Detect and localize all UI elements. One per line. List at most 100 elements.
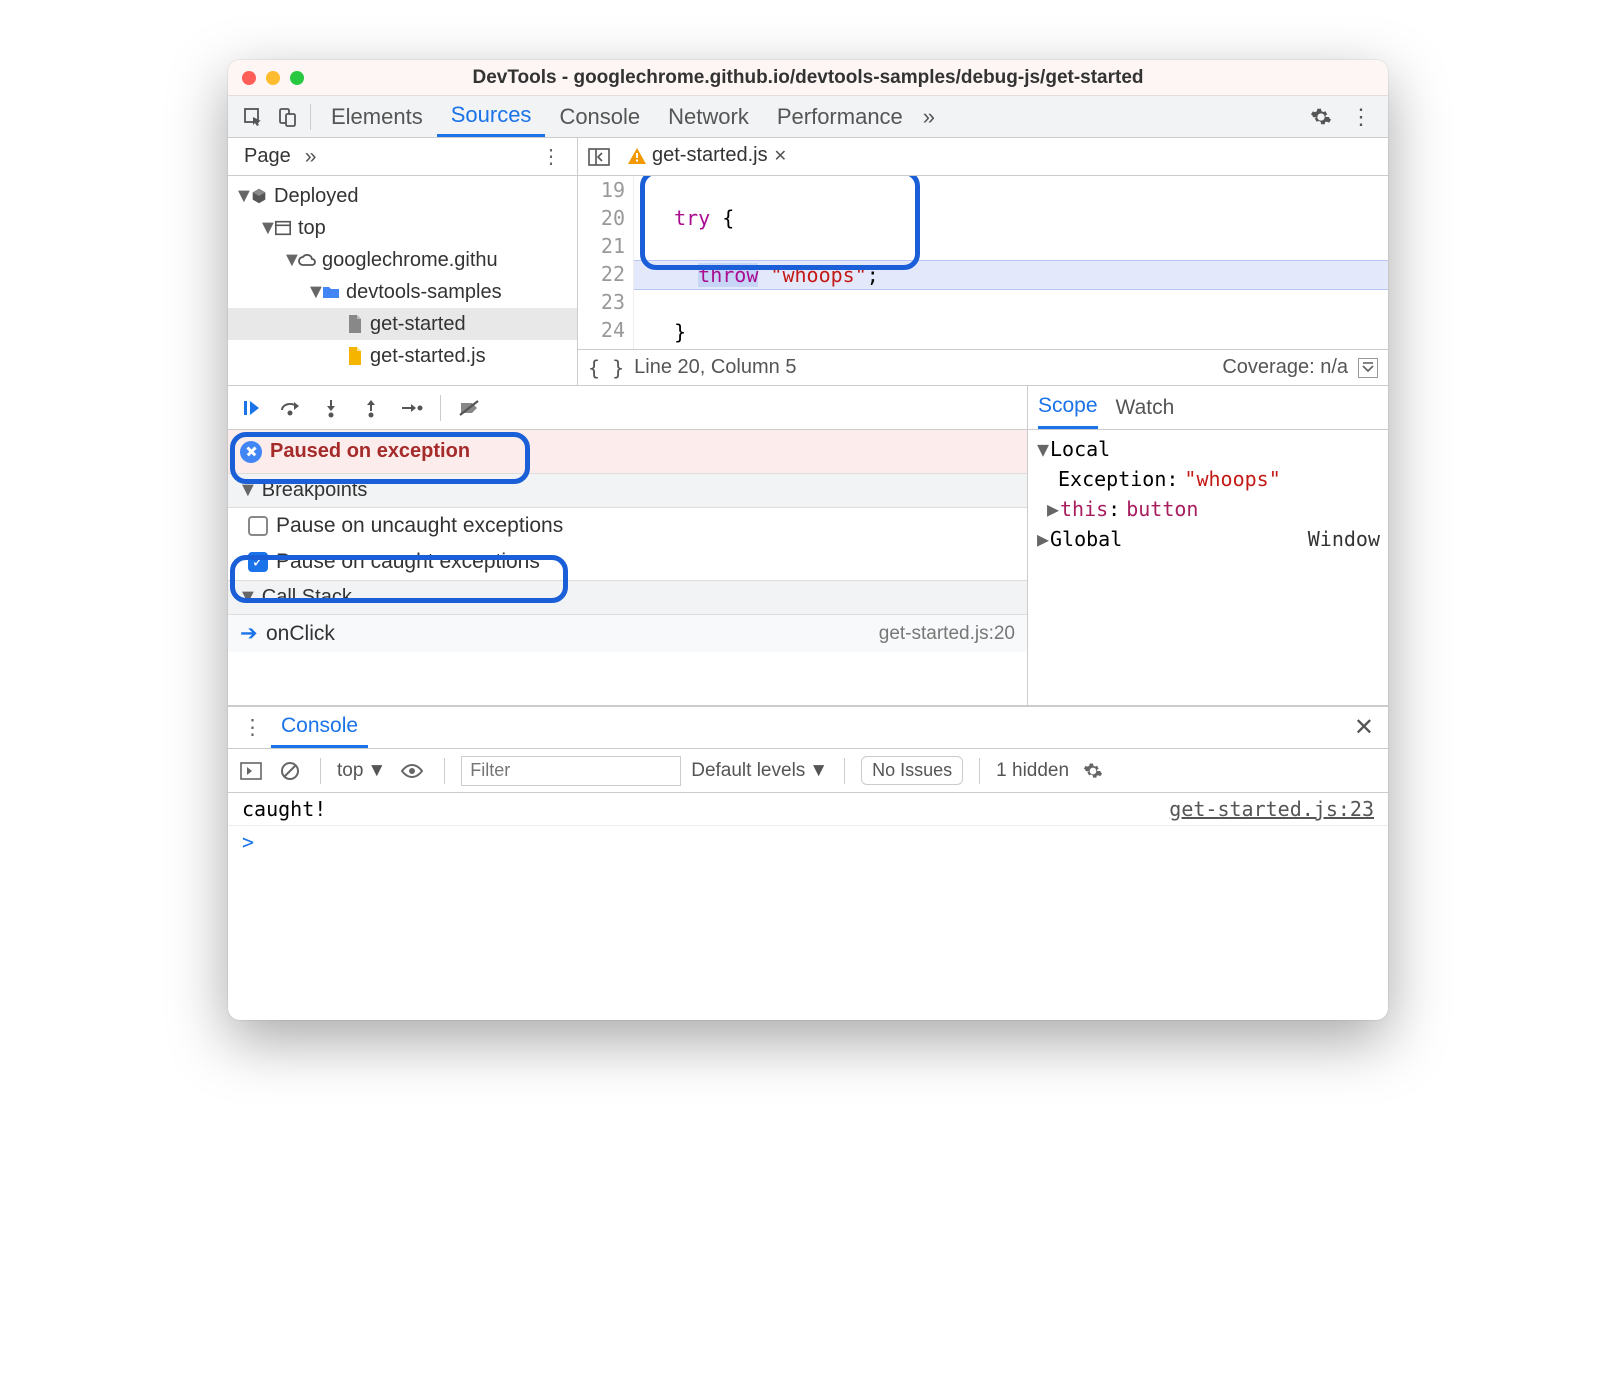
separator [310, 104, 311, 130]
context-select[interactable]: top ▼ [337, 760, 386, 782]
scope-global[interactable]: ▶GlobalWindow [1028, 524, 1388, 554]
code-editor[interactable]: 192021 222324 25 try { throw "whoops"; }… [578, 176, 1388, 349]
scope-exception[interactable]: Exception:"whoops" [1028, 464, 1388, 494]
frame-name: onClick [266, 622, 335, 646]
checkbox-label: Pause on caught exceptions [276, 550, 540, 574]
separator [444, 758, 445, 784]
tab-watch[interactable]: Watch [1116, 386, 1175, 429]
inspect-icon[interactable] [236, 100, 270, 134]
editor-tab[interactable]: get-started.js ✕ [620, 138, 795, 175]
tree-deployed[interactable]: ▼ Deployed [228, 180, 577, 212]
maximize-icon[interactable] [290, 71, 304, 85]
toggle-nav-icon[interactable] [584, 148, 614, 166]
navigator-head: Page » ⋮ [228, 138, 577, 176]
console-message[interactable]: caught! get-started.js:23 [228, 793, 1388, 826]
cursor-position: Line 20, Column 5 [634, 356, 796, 379]
tree-label: top [298, 217, 326, 240]
nav-kebab-icon[interactable]: ⋮ [535, 144, 567, 169]
device-icon[interactable] [270, 100, 304, 134]
message-source[interactable]: get-started.js:23 [1169, 797, 1374, 821]
tree-label: devtools-samples [346, 281, 502, 304]
gear-icon[interactable] [1079, 761, 1107, 781]
file-icon [344, 315, 366, 333]
tab-sources[interactable]: Sources [437, 96, 546, 137]
levels-select[interactable]: Default levels ▼ [691, 760, 828, 782]
separator [320, 758, 321, 784]
step-icon[interactable] [394, 391, 428, 425]
panel-tabs: Elements Sources Console Network Perform… [228, 96, 1388, 138]
breakpoints-header[interactable]: ▼Breakpoints [228, 473, 1027, 508]
clear-icon[interactable] [276, 761, 304, 781]
editor: get-started.js ✕ 192021 222324 25 try { … [578, 138, 1388, 385]
filter-input[interactable] [461, 756, 681, 786]
pause-caught-row[interactable]: ✓ Pause on caught exceptions [228, 544, 1027, 580]
current-frame-icon: ➔ [240, 621, 258, 646]
message-text: caught! [242, 797, 1169, 821]
hidden-count: 1 hidden [996, 760, 1069, 782]
tree-file-html[interactable]: get-started [228, 308, 577, 340]
collapse-icon[interactable] [1358, 358, 1378, 378]
eye-icon[interactable] [396, 763, 428, 779]
editor-status: { } Line 20, Column 5 Coverage: n/a [578, 349, 1388, 385]
call-frame[interactable]: ➔ onClick get-started.js:20 [228, 615, 1027, 652]
tree-folder[interactable]: ▼ devtools-samples [228, 276, 577, 308]
tab-console[interactable]: Console [271, 707, 368, 748]
tree-file-js[interactable]: get-started.js [228, 340, 577, 372]
console-prompt[interactable]: > [228, 826, 1388, 858]
separator [440, 395, 441, 421]
tab-console[interactable]: Console [545, 96, 654, 137]
issues-button[interactable]: No Issues [861, 756, 963, 785]
minimize-icon[interactable] [266, 71, 280, 85]
tree-label: get-started.js [370, 345, 486, 368]
more-tabs[interactable]: » [917, 104, 941, 130]
console-toolbar: top ▼ Default levels ▼ No Issues 1 hidde… [228, 749, 1388, 793]
checkbox-checked[interactable]: ✓ [248, 552, 268, 572]
sources-panel: Page » ⋮ ▼ Deployed ▼ top ▼ [228, 138, 1388, 386]
pause-uncaught-row[interactable]: Pause on uncaught exceptions [228, 508, 1027, 544]
warning-icon [628, 148, 646, 164]
tab-network[interactable]: Network [654, 96, 763, 137]
resume-icon[interactable] [234, 391, 268, 425]
nav-page-tab[interactable]: Page [238, 145, 297, 168]
step-over-icon[interactable] [274, 391, 308, 425]
exception-icon [240, 441, 262, 463]
checkbox-label: Pause on uncaught exceptions [276, 514, 563, 538]
devtools-window: DevTools - googlechrome.github.io/devtoo… [228, 60, 1388, 1020]
window-icon [272, 219, 294, 237]
gear-icon[interactable] [1300, 106, 1342, 128]
debugger: Paused on exception ▼Breakpoints Pause o… [228, 386, 1388, 706]
paused-message: Paused on exception [228, 430, 1027, 473]
callstack-header[interactable]: ▼Call Stack [228, 580, 1027, 615]
tree-top[interactable]: ▼ top [228, 212, 577, 244]
checkbox-unchecked[interactable] [248, 516, 268, 536]
gutter: 192021 222324 25 [578, 176, 634, 349]
editor-tab-label: get-started.js [652, 144, 768, 167]
debugger-toolbar [228, 386, 1027, 430]
console-drawer: ⋮ Console ✕ top ▼ Default levels ▼ No Is… [228, 706, 1388, 1020]
scope-local[interactable]: ▼Local [1028, 434, 1388, 464]
file-tree: ▼ Deployed ▼ top ▼ googlechrome.githu ▼ [228, 176, 577, 385]
separator [844, 758, 845, 784]
tab-elements[interactable]: Elements [317, 96, 437, 137]
traffic-lights [228, 71, 304, 85]
close-icon[interactable]: ✕ [774, 146, 787, 166]
close-icon[interactable]: ✕ [1346, 713, 1382, 742]
step-out-icon[interactable] [354, 391, 388, 425]
tab-performance[interactable]: Performance [763, 96, 917, 137]
kebab-icon[interactable]: ⋮ [1342, 104, 1380, 130]
tab-scope[interactable]: Scope [1038, 386, 1098, 429]
deactivate-breakpoints-icon[interactable] [453, 391, 487, 425]
tree-label: get-started [370, 313, 466, 336]
scope-tree: ▼Local Exception:"whoops" ▶this:button ▶… [1028, 430, 1388, 705]
close-icon[interactable] [242, 71, 256, 85]
show-sidebar-icon[interactable] [236, 762, 266, 780]
cloud-icon [296, 253, 318, 267]
step-into-icon[interactable] [314, 391, 348, 425]
pretty-print-icon[interactable]: { } [588, 356, 624, 380]
nav-more[interactable]: » [297, 145, 325, 169]
titlebar: DevTools - googlechrome.github.io/devtoo… [228, 60, 1388, 96]
paused-label: Paused on exception [270, 440, 470, 463]
drawer-kebab-icon[interactable]: ⋮ [234, 715, 271, 740]
tree-origin[interactable]: ▼ googlechrome.githu [228, 244, 577, 276]
scope-this[interactable]: ▶this:button [1028, 494, 1388, 524]
